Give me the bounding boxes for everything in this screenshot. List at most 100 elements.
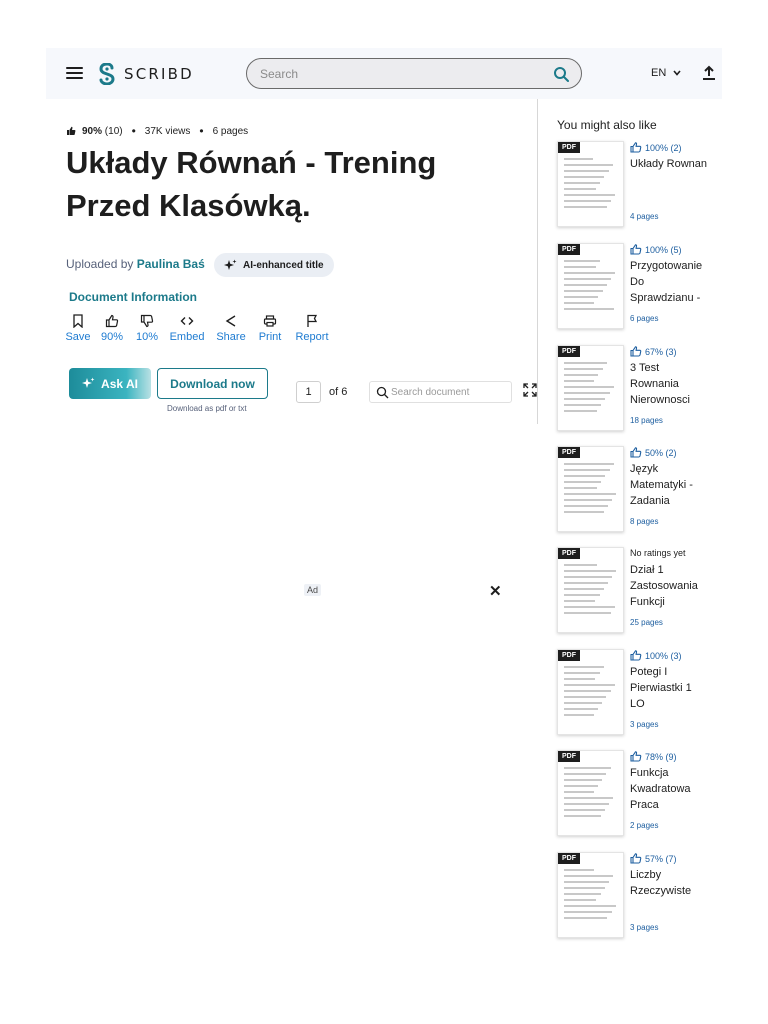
document-thumbnail[interactable]: PDF [557,243,624,329]
views-count: 37K views [144,125,191,137]
recommendation-item[interactable]: PDF 78% (9) Funkcja Kwadratowa Praca 2 page… [557,750,707,838]
pdf-tag: PDF [558,751,580,762]
recommendation-title[interactable]: Funkcja Kwadratowa Praca [630,765,708,813]
rating-text: 78% (9) [645,751,677,762]
page-count: 6 pages [212,125,249,137]
document-thumbnail[interactable]: PDF [557,750,624,836]
recommendation-title[interactable]: Układy Rownan [630,156,708,172]
thumbnail-preview [564,463,617,517]
recommendation-item[interactable]: PDF 57% (7) Liczby Rzeczywiste 3 pages [557,852,707,940]
share-label: Share [216,331,246,343]
recommendation-rating: 100% (2) [630,142,682,153]
thumbs-up-icon [630,447,642,458]
recommendation-pages: 6 pages [630,314,659,323]
document-information-link[interactable]: Document Information [69,290,197,304]
recommendation-rating: 50% (2) [630,447,677,458]
recommendation-pages: 18 pages [630,416,663,425]
share-icon [225,315,236,327]
thumbnail-preview [564,362,617,416]
upload-icon[interactable] [702,65,716,81]
like-percent: 90% [100,331,124,343]
search-placeholder: Search [260,67,299,81]
save-label: Save [65,331,91,343]
pdf-tag: PDF [558,447,580,458]
pdf-tag: PDF [558,853,580,864]
dislike-percent: 10% [135,331,159,343]
print-icon [263,315,277,327]
recommendation-title[interactable]: Język Matematyki - Zadania [630,461,708,509]
document-thumbnail[interactable]: PDF [557,345,624,431]
thumbs-up-icon [630,244,642,255]
language-selector[interactable]: EN [651,67,681,79]
pdf-tag: PDF [558,142,580,153]
rating-text: 57% (7) [645,853,677,864]
meta-separator: • [131,124,136,138]
document-title: Układy Równań - Trening Przed Klasówką. [66,145,437,223]
close-ad-icon[interactable]: ✕ [489,582,502,600]
recommendation-item[interactable]: PDF 50% (2) Język Matematyki - Zadania 8 pa… [557,446,707,534]
recommendation-item[interactable]: PDF 100% (2) Układy Rownan 4 pages [557,141,707,229]
uploader-link[interactable]: Paulina Baś [137,257,205,271]
thumbs-up-icon [630,346,642,357]
recommendation-title[interactable]: Dział 1 Zastosowania Funkcji [630,562,708,610]
scribd-logo[interactable]: SCRIBD [98,62,194,86]
rating-text: 100% (3) [645,650,682,661]
report-label: Report [295,331,329,343]
logo-text: SCRIBD [124,65,194,83]
search-input[interactable]: Search [246,58,582,89]
recommendation-item[interactable]: PDF 100% (5) Przygotowanie Do Sprawdzianu … [557,243,707,331]
recommendation-rating: 57% (7) [630,853,677,864]
sparkle-icon [82,377,95,388]
thumbs-down-icon [140,314,154,328]
uploaded-by-label: Uploaded by [66,257,134,271]
recommendation-item[interactable]: PDF 67% (3) 3 Test Rownania Nierownosci 18 … [557,345,707,433]
search-icon[interactable] [553,66,569,82]
document-thumbnail[interactable]: PDF [557,649,624,735]
pdf-tag: PDF [558,244,580,255]
recommendation-rating: 100% (3) [630,650,682,661]
bookmark-icon [73,314,83,328]
recommendation-item[interactable]: PDF 100% (3) Potegi I Pierwiastki 1 LO 3 pa… [557,649,707,737]
thumbs-up-icon [105,314,119,328]
recommendation-title[interactable]: Przygotowanie Do Sprawdzianu - [630,258,708,306]
recommendation-rating: No ratings yet [630,548,686,558]
flag-icon [307,314,318,327]
rating-text: 100% (5) [645,244,682,255]
ask-ai-button[interactable]: Ask AI [69,368,151,399]
pdf-tag: PDF [558,346,580,357]
recommendation-pages: 2 pages [630,821,659,830]
search-icon [376,386,389,399]
page-total: of 6 [329,386,348,398]
uploaded-by: Uploaded by Paulina Baś [66,257,205,271]
recommendation-title[interactable]: Liczby Rzeczywiste [630,867,708,899]
ai-badge-label: AI-enhanced title [243,259,324,271]
document-search-input[interactable]: Search document [369,381,512,403]
document-thumbnail[interactable]: PDF [557,446,624,532]
thumbnail-preview [564,767,617,821]
document-thumbnail[interactable]: PDF [557,547,624,633]
fullscreen-icon[interactable] [523,383,537,397]
page-number-input[interactable]: 1 [296,381,321,403]
recommendation-item[interactable]: PDF No ratings yet Dział 1 Zastosowania Fu… [557,547,707,635]
ai-enhanced-badge[interactable]: AI-enhanced title [214,253,334,277]
rating-count: (10) [104,125,123,137]
recommendation-title[interactable]: Potegi I Pierwiastki 1 LO [630,664,708,712]
recommendation-pages: 25 pages [630,618,663,627]
sparkle-icon [224,259,237,270]
hamburger-menu-icon[interactable] [66,67,83,79]
document-thumbnail[interactable]: PDF [557,141,624,227]
content-divider [537,99,538,424]
document-thumbnail[interactable]: PDF [557,852,624,938]
scribd-logo-icon [99,63,115,85]
thumbnail-preview [564,260,617,314]
rating-value: 90% [82,125,103,137]
recommendation-pages: 3 pages [630,720,659,729]
thumbnail-preview [564,666,617,720]
thumbs-up-filled-icon [67,126,76,135]
thumbs-up-icon [630,853,642,864]
thumbnail-preview [564,158,617,212]
download-button[interactable]: Download now [157,368,268,399]
ad-label: Ad [304,584,322,596]
recommendation-title[interactable]: 3 Test Rownania Nierownosci [630,360,708,408]
recommendation-rating: 67% (3) [630,346,677,357]
